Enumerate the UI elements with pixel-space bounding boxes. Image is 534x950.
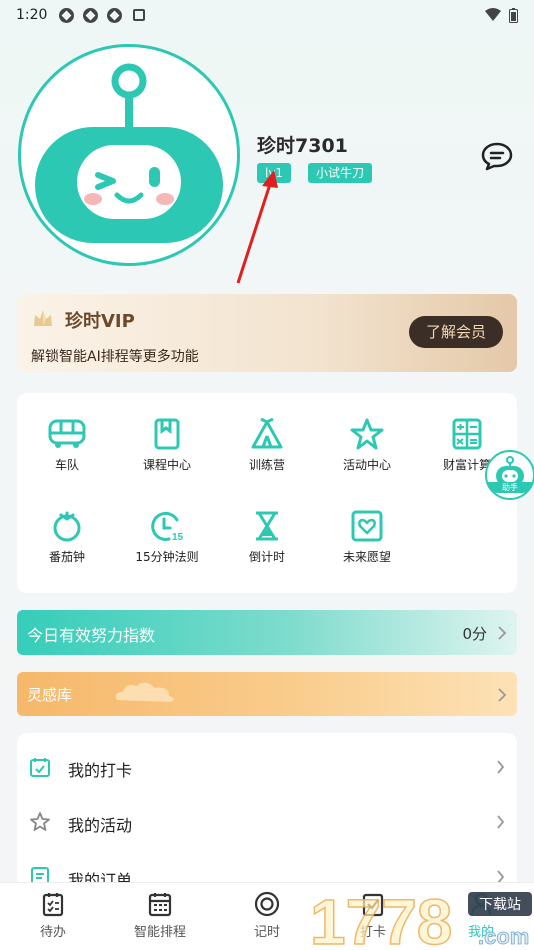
annotation-arrow	[236, 170, 278, 284]
svg-text:15: 15	[172, 532, 184, 542]
feature-countdown[interactable]: 倒计时	[217, 510, 317, 565]
feature-label: 课程中心	[142, 458, 191, 472]
feature-label: 车队	[54, 458, 79, 472]
bus-icon	[48, 419, 86, 448]
target-icon	[254, 891, 280, 917]
menu-list: 我的打卡 我的活动 我的订单	[17, 733, 517, 893]
notification-icon	[83, 7, 99, 23]
feature-15-minute-rule[interactable]: 15 15分钟法则	[117, 510, 217, 565]
feature-future-wish[interactable]: 未来愿望	[317, 510, 417, 565]
feature-label: 未来愿望	[342, 550, 391, 564]
chevron-right-icon	[497, 760, 505, 774]
chevron-right-icon	[498, 688, 507, 702]
star-icon	[350, 418, 384, 450]
inspiration-label: 灵感库	[27, 686, 73, 704]
feature-label: 番茄钟	[48, 550, 85, 564]
effort-score: 0分	[462, 625, 487, 643]
vip-subtitle: 解锁智能AI排程等更多功能	[31, 349, 199, 365]
list-item-label: 我的打卡	[68, 761, 133, 780]
vip-title: 珍时VIP	[65, 311, 135, 332]
robot-avatar-icon	[35, 63, 223, 243]
tomato-icon	[53, 511, 81, 542]
cloud-icon	[115, 682, 174, 702]
assistant-float-button[interactable]: 助手	[485, 450, 534, 500]
avatar[interactable]	[18, 44, 240, 266]
status-time: 1:20	[16, 7, 48, 23]
nav-todo[interactable]: 待办	[8, 891, 98, 940]
list-item-my-activities[interactable]: 我的活动	[17, 794, 517, 849]
feature-pomodoro[interactable]: 番茄钟	[17, 510, 117, 565]
watermark-badge: 下载站	[479, 897, 521, 913]
list-item-my-checkin[interactable]: 我的打卡	[17, 739, 517, 794]
effort-index-bar[interactable]: 今日有效努力指数 0分	[17, 610, 517, 655]
message-icon[interactable]	[481, 141, 513, 171]
feature-label: 15分钟法则	[135, 550, 199, 564]
todo-icon	[42, 893, 64, 917]
feature-activity-center[interactable]: 活动中心	[317, 418, 417, 473]
clock-15-icon: 15	[151, 511, 184, 542]
schedule-icon	[148, 893, 172, 917]
watermark-text: 1778	[310, 886, 452, 950]
effort-label: 今日有效努力指数	[27, 626, 156, 645]
inspiration-bar[interactable]: 灵感库	[17, 672, 517, 716]
notification-icon	[107, 7, 123, 23]
title-badge: 小试牛刀	[308, 163, 373, 183]
calculator-icon	[452, 418, 482, 450]
feature-label: 训练营	[248, 458, 285, 472]
nav-smart-schedule[interactable]: 智能排程	[115, 891, 205, 940]
username: 珍时7301	[257, 135, 348, 157]
tent-icon	[251, 418, 283, 449]
feature-label: 活动中心	[342, 458, 391, 472]
chevron-right-icon	[498, 626, 507, 640]
hourglass-icon	[256, 511, 278, 541]
battery-icon	[509, 7, 518, 23]
list-item-label: 我的活动	[68, 816, 133, 835]
status-right	[485, 7, 518, 23]
nav-label: 待办	[39, 925, 66, 940]
chevron-right-icon	[497, 815, 505, 829]
nav-label: 记时	[253, 925, 280, 940]
watermark-suffix: .com	[478, 924, 529, 949]
feature-grid: 车队 课程中心 训练营 活动中心 财富计算 番茄钟 15 15分钟法则 倒计时 …	[17, 393, 517, 593]
feature-course-center[interactable]: 课程中心	[117, 418, 217, 473]
assistant-label: 助手	[487, 482, 533, 493]
app-notification-icon	[133, 9, 146, 21]
feature-training-camp[interactable]: 训练营	[217, 418, 317, 473]
vip-banner[interactable]: 珍时VIP 解锁智能AI排程等更多功能 了解会员	[17, 294, 517, 372]
learn-membership-button[interactable]: 了解会员	[409, 316, 503, 348]
status-bar: 1:20	[0, 0, 534, 30]
calendar-check-icon	[30, 758, 50, 777]
feature-label: 倒计时	[248, 550, 285, 564]
nav-label: 智能排程	[133, 925, 186, 940]
vip-crown-icon	[34, 310, 52, 326]
feature-label: 财富计算	[442, 458, 491, 472]
book-icon	[154, 418, 180, 450]
notification-icon	[59, 7, 75, 23]
site-watermark: 1778 下载站 .com	[309, 885, 532, 950]
star-outline-icon	[30, 812, 50, 831]
heart-card-icon	[351, 510, 383, 542]
wifi-icon	[485, 8, 501, 21]
nav-timer[interactable]: 记时	[222, 891, 312, 940]
feature-fleet[interactable]: 车队	[17, 418, 117, 473]
